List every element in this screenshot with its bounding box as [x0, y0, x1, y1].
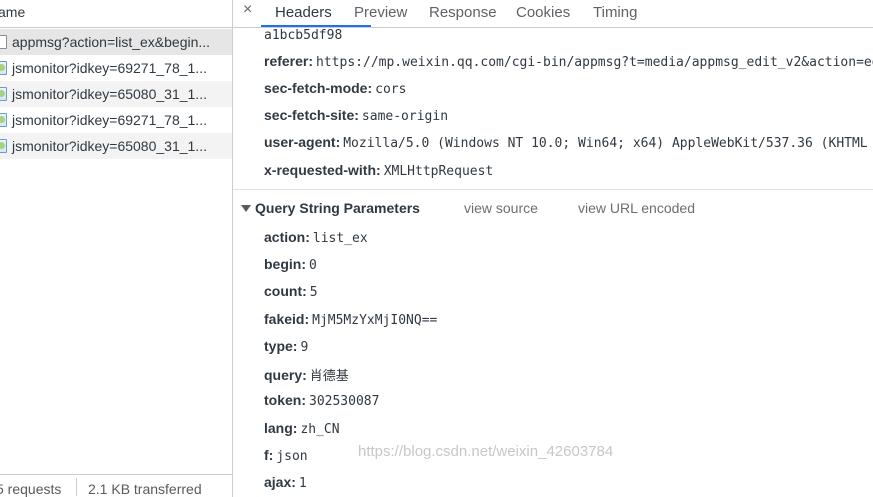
- param-key: begin:: [264, 256, 306, 272]
- param-row: f: json: [264, 447, 308, 464]
- header-row: sec-fetch-mode: cors: [264, 80, 406, 97]
- header-key: sec-fetch-mode:: [264, 80, 373, 96]
- request-list-pane: ame appmsg?action=list_ex&begin... jsmon…: [0, 0, 233, 497]
- request-name: jsmonitor?idkey=65080_31_1...: [12, 138, 207, 154]
- tab-response[interactable]: Response: [429, 4, 497, 21]
- param-value: MjM5MzYxMjI0NQ==: [312, 313, 438, 328]
- param-value: 5: [309, 285, 318, 300]
- triangle-down-icon: [241, 205, 251, 212]
- header-row: a1bcb5df98: [264, 26, 342, 43]
- param-key: lang:: [264, 420, 298, 436]
- status-divider: [76, 478, 77, 496]
- header-row: referer: https://mp.weixin.qq.com/cgi-bin…: [264, 53, 873, 70]
- request-count: 5 requests: [0, 481, 62, 497]
- document-icon: [0, 35, 7, 49]
- param-row: count: 5: [264, 283, 318, 300]
- request-row[interactable]: jsmonitor?idkey=69271_78_1...: [0, 107, 232, 133]
- query-string-section-toggle[interactable]: Query String Parameters: [241, 200, 420, 216]
- param-key: query:: [264, 367, 307, 383]
- param-row: action: list_ex: [264, 229, 368, 246]
- request-row[interactable]: jsmonitor?idkey=69271_78_1...: [0, 55, 232, 81]
- header-value: XMLHttpRequest: [383, 164, 494, 179]
- tab-headers[interactable]: Headers: [275, 4, 332, 21]
- section-title: Query String Parameters: [255, 200, 420, 216]
- script-icon: [0, 61, 7, 75]
- request-row[interactable]: appmsg?action=list_ex&begin...: [0, 29, 232, 55]
- tab-preview[interactable]: Preview: [354, 4, 407, 21]
- header-value: Mozilla/5.0 (Windows NT 10.0; Win64; x64…: [343, 136, 868, 151]
- header-value: https://mp.weixin.qq.com/cgi-bin/appmsg?…: [316, 55, 873, 70]
- param-value: 0: [309, 258, 317, 273]
- header-row: sec-fetch-site: same-origin: [264, 107, 448, 124]
- request-row[interactable]: jsmonitor?idkey=65080_31_1...: [0, 81, 232, 107]
- param-key: token:: [264, 392, 306, 408]
- param-row: lang: zh_CN: [264, 420, 340, 437]
- details-tabbar: × Headers Preview Response Cookies Timin…: [233, 0, 873, 28]
- request-name: jsmonitor?idkey=69271_78_1...: [12, 60, 207, 76]
- header-row: x-requested-with: XMLHttpRequest: [264, 162, 493, 179]
- tab-timing[interactable]: Timing: [593, 4, 637, 21]
- request-name: jsmonitor?idkey=69271_78_1...: [12, 112, 207, 128]
- param-value: json: [276, 449, 308, 464]
- param-row: ajax: 1: [264, 474, 307, 491]
- param-key: ajax:: [264, 474, 296, 490]
- param-key: count:: [264, 283, 307, 299]
- param-row: token: 302530087: [264, 392, 379, 409]
- name-column-label: ame: [0, 4, 26, 20]
- param-value: zh_CN: [300, 422, 340, 437]
- request-name: jsmonitor?idkey=65080_31_1...: [12, 86, 207, 102]
- request-row[interactable]: jsmonitor?idkey=65080_31_1...: [0, 133, 232, 159]
- param-key: type:: [264, 338, 298, 354]
- header-row: user-agent: Mozilla/5.0 (Windows NT 10.0;…: [264, 134, 868, 151]
- script-icon: [0, 113, 7, 127]
- script-icon: [0, 87, 7, 101]
- param-value: 1: [298, 476, 307, 491]
- param-key: fakeid:: [264, 311, 310, 327]
- header-key: referer:: [264, 53, 314, 69]
- header-key: user-agent:: [264, 134, 341, 150]
- request-list: appmsg?action=list_ex&begin... jsmonitor…: [0, 29, 232, 159]
- header-value: a1bcb5df98: [264, 28, 343, 43]
- watermark: https://blog.csdn.net/weixin_42603784: [358, 443, 614, 460]
- tab-cookies[interactable]: Cookies: [516, 4, 570, 21]
- script-icon: [0, 139, 7, 153]
- headers-content: a1bcb5df98 referer: https://mp.weixin.qq.…: [233, 27, 873, 497]
- header-key: x-requested-with:: [264, 162, 381, 178]
- view-url-encoded-link[interactable]: view URL encoded: [578, 200, 695, 216]
- request-details-pane: × Headers Preview Response Cookies Timin…: [233, 0, 873, 497]
- param-row: begin: 0: [264, 256, 317, 273]
- close-icon[interactable]: ×: [243, 1, 252, 19]
- section-divider: [233, 189, 873, 190]
- header-value: cors: [375, 82, 407, 97]
- view-source-link[interactable]: view source: [464, 200, 538, 216]
- param-value: 9: [300, 340, 309, 355]
- transferred-size: 2.1 KB transferred: [88, 481, 202, 497]
- param-value: list_ex: [312, 231, 368, 246]
- param-row: type: 9: [264, 338, 308, 355]
- header-value: same-origin: [361, 109, 449, 124]
- param-row: fakeid: MjM5MzYxMjI0NQ==: [264, 311, 437, 328]
- param-value: 肖德基: [309, 369, 349, 384]
- param-row: query: 肖德基: [264, 365, 349, 384]
- request-name: appmsg?action=list_ex&begin...: [12, 34, 211, 50]
- network-status-bar: 5 requests 2.1 KB transferred: [0, 474, 232, 497]
- param-value: 302530087: [309, 394, 380, 409]
- header-key: sec-fetch-site:: [264, 107, 359, 123]
- param-key: f:: [264, 447, 274, 463]
- param-key: action:: [264, 229, 310, 245]
- name-column-header[interactable]: ame: [0, 0, 232, 28]
